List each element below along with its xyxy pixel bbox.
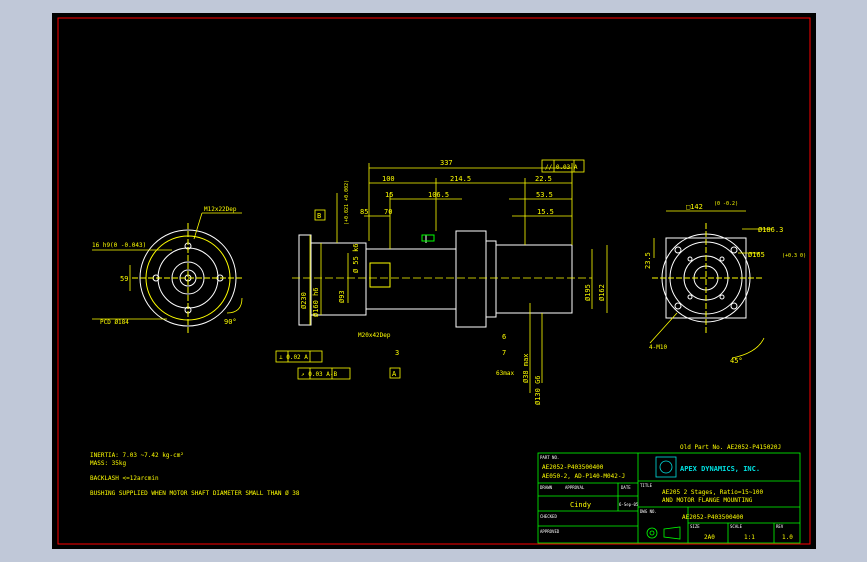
old-part-no: Old Part No. AE2052-P415020J	[680, 444, 781, 451]
datum-b: B	[317, 212, 321, 220]
projection-symbol-icon	[646, 526, 681, 540]
dia-165: Ø165	[748, 251, 765, 259]
tb-approved-label: APPROVED	[540, 529, 560, 534]
tb-drawn-label: DRAWN	[540, 485, 553, 490]
dim-53: 53.5	[536, 191, 553, 199]
note-mass: MASS: 35kg	[90, 460, 127, 467]
dim-15: 15	[385, 191, 393, 199]
left-view-dims	[92, 212, 243, 320]
tb-part-2: AE050-2, AD-P140-M042-J	[542, 473, 625, 480]
tb-dwg-label: DWG NO.	[640, 509, 657, 514]
note-backlash: BACKLASH <=12arcmin	[90, 475, 159, 482]
dia-162: Ø162	[598, 284, 606, 301]
dim-overall: 337	[440, 159, 453, 167]
tb-date-label: DATE	[621, 485, 631, 490]
dia-160: Ø160 h6	[312, 287, 320, 317]
dim-3: 3	[395, 349, 399, 357]
dim-155: 15.5	[537, 208, 554, 216]
side-view	[298, 230, 573, 328]
dia-230: Ø230	[300, 292, 308, 309]
tb-part-label: PART NO.	[540, 455, 559, 460]
drawing-canvas: 16 h9(0 -0.043) 59 M12x22Dep PCD Ø184 90…	[52, 13, 816, 549]
datum-a: A	[392, 370, 397, 378]
sq-142: □142	[686, 203, 703, 211]
vertical-dims	[309, 193, 608, 393]
tb-scale-label: SCALE	[730, 524, 743, 529]
note-inertia: INERTIA: 7.03 ~7.42 kg-cm²	[90, 452, 184, 459]
right-view-dims	[649, 210, 772, 359]
dim-7: 7	[502, 349, 506, 357]
dia-93: Ø93	[338, 290, 346, 303]
dim-100: 100	[382, 175, 395, 183]
tb-part-1: AE2052-P403500400	[542, 464, 604, 471]
cad-drawing: 16 h9(0 -0.043) 59 M12x22Dep PCD Ø184 90…	[57, 17, 811, 545]
right-flange-view	[652, 223, 762, 333]
dim-22: 22.5	[535, 175, 552, 183]
tb-date: 6-Sep-05	[619, 502, 639, 507]
tb-title-label: TITLE	[640, 483, 653, 488]
dim-6: 6	[502, 333, 506, 341]
tb-drawer: Cindy	[570, 501, 591, 509]
parallel-tol: // 0.03 A	[545, 164, 578, 171]
angle-90: 90°	[224, 318, 237, 326]
shaft-k6: Ø 55 k6	[352, 243, 360, 273]
left-end-view	[132, 223, 244, 333]
key-width-dim: 16 h9(0 -0.043)	[92, 242, 146, 249]
dia-186: Ø186.3	[758, 226, 783, 234]
dia-195: Ø195	[584, 284, 592, 301]
m10-holes: 4-M10	[649, 344, 667, 351]
dim-106: 106.5	[428, 191, 449, 199]
dim-59: 59	[120, 275, 128, 283]
note-bushing: BUSHING SUPPLIED WHEN MOTOR SHAFT DIAMET…	[90, 490, 300, 497]
perp-tol: ⊥ 0.02 A	[279, 354, 308, 361]
tb-title-1: AE205 2 Stages, Ratio=15~100	[662, 489, 764, 496]
dia-165-tol: (+0.3 0)	[782, 253, 806, 259]
sq-142-tol: (0 -0.2)	[714, 201, 738, 207]
company-logo-icon	[655, 456, 677, 478]
angle-45: 45°	[730, 357, 743, 365]
pcd-dim: PCD Ø184	[100, 319, 129, 326]
runout-tol: ↗ 0.03 A-B	[301, 371, 338, 378]
dim-70: 70	[384, 208, 392, 216]
dim-23: 23.5	[644, 252, 652, 269]
dim-85: 85	[360, 208, 368, 216]
tb-dwg-no: AE2052-P403500400	[682, 514, 744, 521]
dia-130: Ø130 G6	[534, 375, 542, 405]
tb-approval-label: APPROVAL	[565, 485, 585, 490]
tb-size-label: SIZE	[690, 524, 700, 529]
shaft-k6-tol: (+0.021 +0.002)	[344, 180, 350, 225]
tb-size: 2A0	[704, 534, 715, 541]
tb-rev: 1.0	[782, 534, 793, 541]
dia-38max: Ø38 max	[522, 353, 530, 383]
m12-thread-dim: M12x22Dep	[204, 206, 237, 213]
tb-company: APEX DYNAMICS, INC.	[680, 465, 760, 473]
m20-thread: M20x42Dep	[358, 332, 391, 339]
tb-title-2: AND MOTOR FLANGE MOUNTING	[662, 497, 753, 504]
tb-checked-label: CHECKED	[540, 514, 557, 519]
tb-rev-label: REV	[776, 524, 784, 529]
tb-scale: 1:1	[744, 534, 755, 541]
dim-214: 214.5	[450, 175, 471, 183]
dim-63max: 63max	[496, 370, 514, 377]
